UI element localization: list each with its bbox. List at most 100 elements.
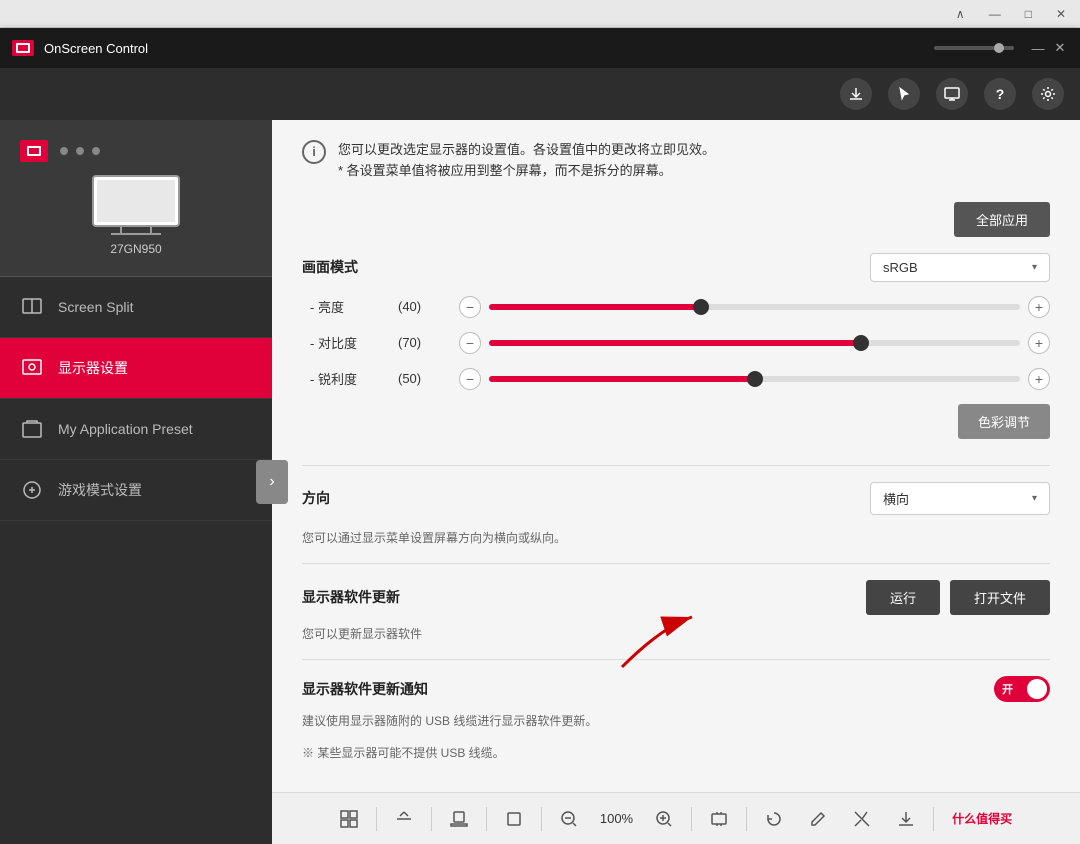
apply-all-button[interactable]: 全部应用 [954, 202, 1050, 237]
monitor-name: 27GN950 [110, 242, 161, 256]
dot-2 [76, 147, 84, 155]
game-mode-label: 游戏模式设置 [58, 480, 142, 500]
software-update-label: 显示器软件更新 [302, 587, 400, 607]
update-notice-desc1: 建议使用显示器随附的 USB 线缆进行显示器软件更新。 [302, 712, 1050, 730]
bottom-tool-download[interactable] [889, 806, 923, 832]
sharpness-slider: − + [459, 368, 1050, 390]
win-close[interactable]: ✕ [1052, 40, 1068, 56]
apply-all-row: 全部应用 [302, 202, 1050, 253]
divider-bt-4 [541, 807, 542, 831]
bottom-toolbar: 100% [272, 792, 1080, 844]
dot-3 [92, 147, 100, 155]
toggle-circle [1027, 679, 1047, 699]
win-minimize[interactable]: — [1030, 40, 1046, 56]
run-button[interactable]: 运行 [866, 580, 940, 615]
monitor-preview: 27GN950 [0, 120, 272, 277]
brightness-plus[interactable]: + [1028, 296, 1050, 318]
app-preset-icon [20, 417, 44, 441]
screen-split-label: Screen Split [58, 299, 133, 315]
os-titlebar: ∧ — □ ✕ [0, 0, 1080, 28]
sharpness-minus[interactable]: − [459, 368, 481, 390]
help-icon-btn[interactable]: ? [984, 78, 1016, 110]
direction-row: 方向 横向 ▾ [302, 482, 1050, 515]
bottom-tool-transform[interactable] [387, 806, 421, 832]
contrast-thumb [853, 335, 869, 351]
color-adjust-button[interactable]: 色彩调节 [958, 404, 1050, 439]
sharpness-track[interactable] [489, 376, 1020, 382]
dot-1 [60, 147, 68, 155]
divider-bt-1 [376, 807, 377, 831]
bottom-tool-zoom-in[interactable] [647, 806, 681, 832]
contrast-slider: − + [459, 332, 1050, 354]
main-content: 27GN950 Screen Split 显示器设置 My Applica [0, 120, 1080, 844]
open-file-button[interactable]: 打开文件 [950, 580, 1050, 615]
divider-1 [302, 465, 1050, 466]
notice-line2: * 各设置菜单值将被应用到整个屏幕，而不是拆分的屏幕。 [338, 161, 715, 182]
direction-desc: 您可以通过显示菜单设置屏幕方向为横向或纵向。 [302, 529, 1050, 547]
sharpness-value: (50) [398, 371, 443, 386]
divider-bt-7 [933, 807, 934, 831]
display-settings-icon [20, 356, 44, 380]
toggle-on-label: 开 [1002, 681, 1013, 697]
software-update-desc: 您可以更新显示器软件 [302, 625, 1050, 643]
settings-icon-btn[interactable] [1032, 78, 1064, 110]
picture-mode-value: sRGB [883, 260, 918, 275]
sharpness-row: - 锐利度 (50) − + [302, 368, 1050, 390]
watermark: 什么值得买 [944, 806, 1020, 831]
titlebar-right: — ✕ [934, 40, 1068, 56]
sharpness-plus[interactable]: + [1028, 368, 1050, 390]
display-settings-label: 显示器设置 [58, 358, 128, 378]
divider-bt-6 [746, 807, 747, 831]
update-notice-toggle[interactable]: 开 [994, 676, 1050, 702]
contrast-minus[interactable]: − [459, 332, 481, 354]
sidebar-item-game-mode[interactable]: 游戏模式设置 [0, 460, 272, 521]
direction-value: 横向 [883, 489, 909, 508]
game-mode-icon [20, 478, 44, 502]
bottom-tool-edit[interactable] [801, 806, 835, 832]
brightness-thumb [693, 299, 709, 315]
sharpness-label: - 锐利度 [302, 369, 382, 388]
sidebar-item-display-settings[interactable]: 显示器设置 [0, 338, 272, 399]
notice-text: 您可以更改选定显示器的设置值。各设置值中的更改将立即见效。 * 各设置菜单值将被… [338, 140, 715, 182]
info-icon: i [302, 140, 326, 164]
bottom-tool-zoom-out[interactable] [552, 806, 586, 832]
bottom-tool-rotate[interactable] [757, 806, 791, 832]
software-update-row: 显示器软件更新 运行 打开文件 [302, 580, 1050, 615]
slider-thumb [994, 43, 1004, 53]
cursor-icon-btn[interactable] [888, 78, 920, 110]
right-expand-btn[interactable]: › [256, 460, 288, 504]
app-titlebar: OnScreen Control — ✕ [0, 28, 1080, 68]
bottom-tool-fit[interactable] [702, 806, 736, 832]
titlebar-slider[interactable] [934, 46, 1014, 50]
app-window: OnScreen Control — ✕ ? [0, 28, 1080, 844]
contrast-track[interactable] [489, 340, 1020, 346]
bottom-tool-grid[interactable] [332, 806, 366, 832]
monitor-icon-btn[interactable] [936, 78, 968, 110]
direction-label: 方向 [302, 488, 382, 508]
sidebar-item-screen-split[interactable]: Screen Split [0, 277, 272, 338]
update-notice-row: 显示器软件更新通知 开 [302, 676, 1050, 702]
app-preset-label: My Application Preset [58, 421, 193, 437]
app-logo [12, 40, 34, 56]
direction-dropdown[interactable]: 横向 ▾ [870, 482, 1050, 515]
os-minimize2[interactable]: — [983, 5, 1007, 23]
brightness-label: - 亮度 [302, 297, 382, 316]
os-maximize[interactable]: □ [1019, 5, 1038, 23]
info-notice: i 您可以更改选定显示器的设置值。各设置值中的更改将立即见效。 * 各设置菜单值… [302, 140, 1050, 182]
brightness-track[interactable] [489, 304, 1020, 310]
watermark-text: 什么值得买 [952, 810, 1012, 827]
os-minimize[interactable]: ∧ [950, 5, 971, 23]
bottom-tool-crop[interactable] [497, 806, 531, 832]
bottom-tool-cut[interactable] [845, 806, 879, 832]
contrast-plus[interactable]: + [1028, 332, 1050, 354]
sidebar: 27GN950 Screen Split 显示器设置 My Applica [0, 120, 272, 844]
brightness-minus[interactable]: − [459, 296, 481, 318]
update-buttons: 运行 打开文件 [866, 580, 1050, 615]
bottom-tool-stamp[interactable] [442, 806, 476, 832]
download-icon-btn[interactable] [840, 78, 872, 110]
sidebar-logo [20, 140, 48, 162]
color-adjust-row: 色彩调节 [302, 404, 1050, 449]
os-close[interactable]: ✕ [1050, 5, 1072, 23]
picture-mode-dropdown[interactable]: sRGB ▾ [870, 253, 1050, 282]
sidebar-item-app-preset[interactable]: My Application Preset [0, 399, 272, 460]
